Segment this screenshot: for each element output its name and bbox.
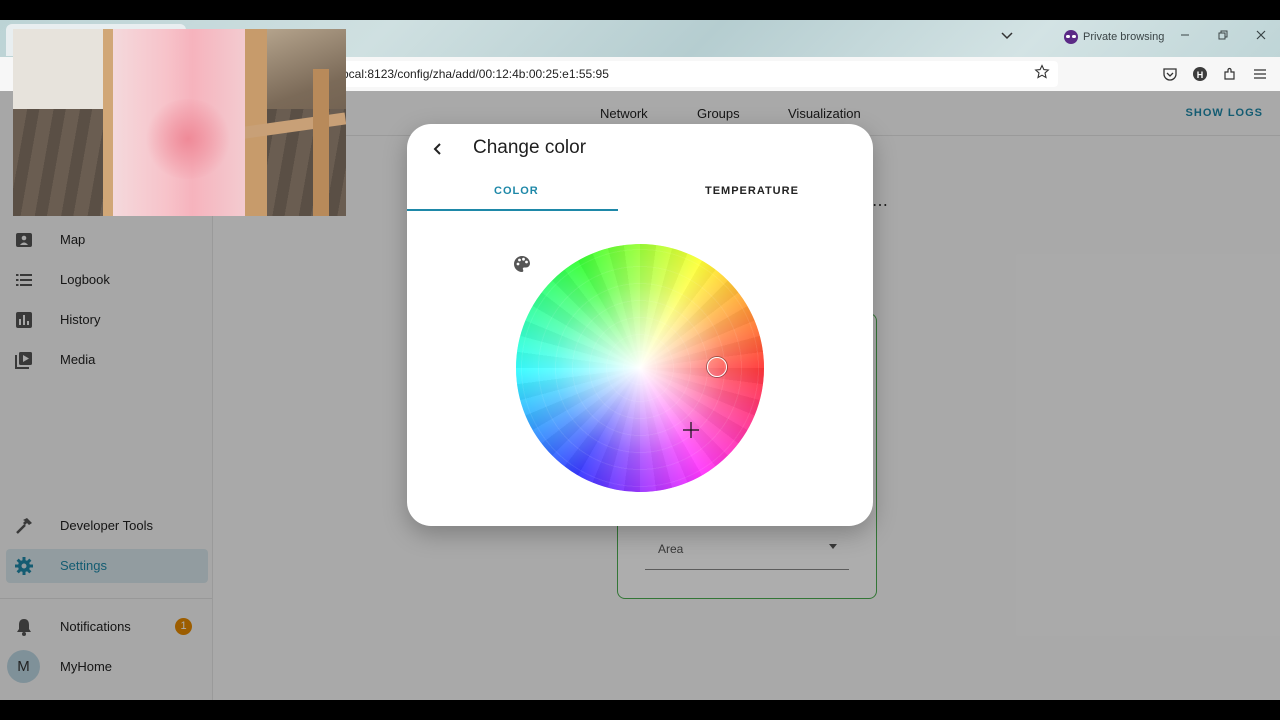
- back-chevron-icon[interactable]: [427, 138, 449, 160]
- address-bar[interactable]: ocal:8123/config/zha/add/00:12:4b:00:25:…: [330, 61, 1058, 87]
- restore-icon[interactable]: [1218, 28, 1228, 43]
- cam-wall: [13, 29, 103, 119]
- extensions-puzzle-icon[interactable]: [1222, 66, 1238, 82]
- cam-chair-post: [313, 69, 329, 216]
- menu-hamburger-icon[interactable]: [1252, 66, 1268, 82]
- private-browsing-label: Private browsing: [1083, 31, 1165, 43]
- palette-icon[interactable]: [513, 255, 531, 273]
- tab-color[interactable]: COLOR: [494, 185, 539, 197]
- extension-h-icon[interactable]: H: [1192, 66, 1208, 82]
- minimize-icon[interactable]: [1180, 28, 1190, 43]
- tab-temperature[interactable]: TEMPERATURE: [705, 185, 799, 197]
- color-selection-marker[interactable]: [707, 357, 727, 377]
- dialog-title: Change color: [473, 137, 587, 158]
- crosshair-cursor-icon: [683, 422, 699, 438]
- url-text[interactable]: ocal:8123/config/zha/add/00:12:4b:00:25:…: [342, 67, 609, 81]
- bookmark-star-icon[interactable]: [1034, 64, 1052, 82]
- svg-text:H: H: [1197, 70, 1204, 80]
- change-color-dialog: Change color COLOR TEMPERATURE: [407, 124, 873, 526]
- tab-list-chevron-icon[interactable]: [1000, 28, 1018, 46]
- private-mask-icon: [1064, 30, 1078, 44]
- webcam-overlay-image: [13, 29, 346, 216]
- close-window-icon[interactable]: [1256, 28, 1266, 43]
- active-tab-indicator: [407, 209, 618, 211]
- cam-chair-post: [245, 29, 267, 216]
- pocket-icon[interactable]: [1162, 66, 1178, 82]
- private-browsing-indicator: Private browsing: [1064, 30, 1164, 44]
- cam-lamp-glow: [143, 99, 233, 179]
